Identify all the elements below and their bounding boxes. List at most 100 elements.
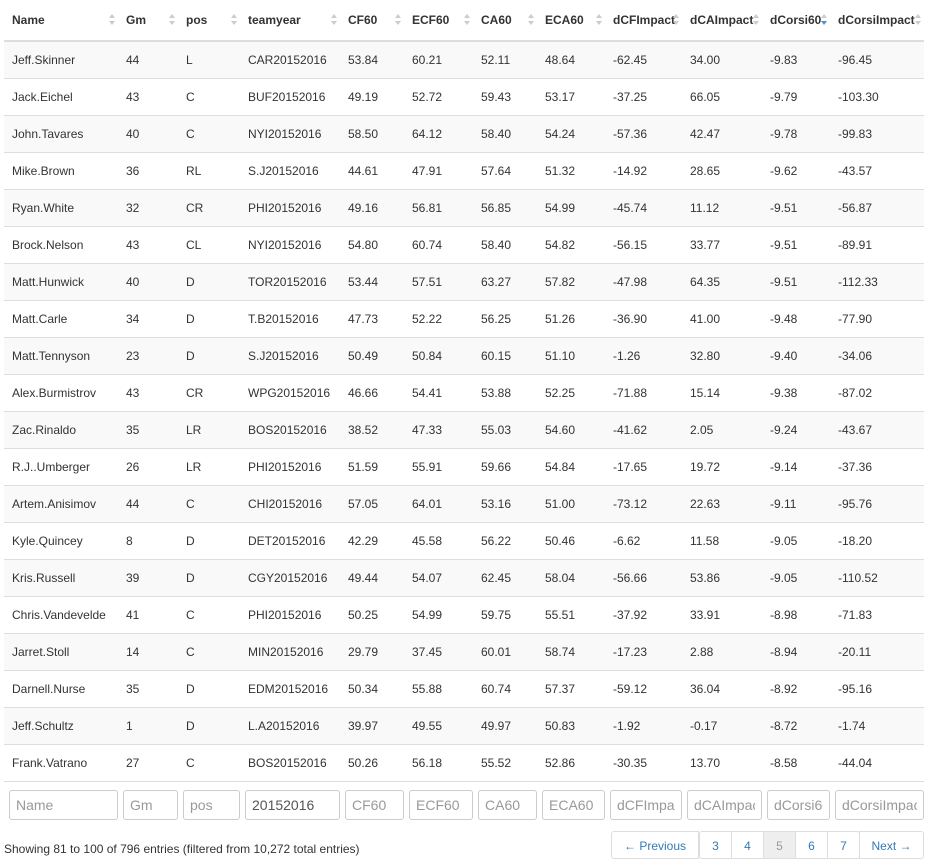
column-header-ca60[interactable]: CA60 xyxy=(473,0,537,42)
cell-dcfimpact: -30.35 xyxy=(605,744,682,782)
cell-dcfimpact: -59.12 xyxy=(605,670,682,708)
column-header-name[interactable]: Name xyxy=(4,0,118,42)
cell-cf60: 50.25 xyxy=(340,596,404,634)
cell-gm: 40 xyxy=(118,115,178,153)
cell-dcfimpact: -36.90 xyxy=(605,300,682,338)
filter-input-gm[interactable] xyxy=(123,790,178,820)
header-row: Name Gm pos teamyear CF60 ECF60 CA60 ECA60 dCFIm… xyxy=(4,0,924,42)
cell-dcorsiimpact: -96.45 xyxy=(830,40,924,79)
cell-dcorsi60: -9.11 xyxy=(762,485,830,523)
cell-dcorsi60: -9.24 xyxy=(762,411,830,449)
column-header-dcfimpact[interactable]: dCFImpact xyxy=(605,0,682,42)
cell-teamyear: CGY20152016 xyxy=(240,559,340,597)
cell-name: Matt.Tennyson xyxy=(4,337,118,375)
table-row: Matt.Hunwick 40 D TOR20152016 53.44 57.51 63.2… xyxy=(4,263,924,301)
cell-dcorsi60: -9.78 xyxy=(762,115,830,153)
cell-eca60: 50.46 xyxy=(537,522,605,560)
cell-eca60: 51.26 xyxy=(537,300,605,338)
cell-ca60: 52.11 xyxy=(473,40,537,79)
cell-dcfimpact: -71.88 xyxy=(605,374,682,412)
column-header-teamyear[interactable]: teamyear xyxy=(240,0,340,42)
cell-dcaimpact: 36.04 xyxy=(682,670,762,708)
cell-pos: D xyxy=(178,300,240,338)
filter-input-dcorsiimpact[interactable] xyxy=(835,790,924,820)
cell-dcorsi60: -9.38 xyxy=(762,374,830,412)
cell-eca60: 50.83 xyxy=(537,707,605,745)
cell-dcorsi60: -9.62 xyxy=(762,152,830,190)
page-button-7[interactable]: 7 xyxy=(827,831,860,859)
column-header-gm[interactable]: Gm xyxy=(118,0,178,42)
cell-dcorsi60: -9.51 xyxy=(762,189,830,227)
next-page-button[interactable]: Next → xyxy=(859,831,924,859)
filter-input-pos[interactable] xyxy=(183,790,240,820)
cell-cf60: 53.44 xyxy=(340,263,404,301)
cell-cf60: 57.05 xyxy=(340,485,404,523)
column-header-dcaimpact[interactable]: dCAImpact xyxy=(682,0,762,42)
page-button-3[interactable]: 3 xyxy=(699,831,732,859)
sort-icon xyxy=(821,14,827,26)
page-button-5[interactable]: 5 xyxy=(763,831,796,859)
table-row: Kyle.Quincey 8 D DET20152016 42.29 45.58 56.22… xyxy=(4,522,924,560)
cell-ca60: 63.27 xyxy=(473,263,537,301)
column-header-pos[interactable]: pos xyxy=(178,0,240,42)
filter-input-teamyear[interactable] xyxy=(245,790,340,820)
filter-input-eca60[interactable] xyxy=(542,790,605,820)
page-button-6[interactable]: 6 xyxy=(795,831,828,859)
filter-cell xyxy=(404,781,473,820)
column-header-label: dCorsiImpact xyxy=(838,13,915,27)
filter-input-ca60[interactable] xyxy=(478,790,537,820)
cell-gm: 36 xyxy=(118,152,178,190)
cell-teamyear: MIN20152016 xyxy=(240,633,340,671)
cell-dcorsiimpact: -112.33 xyxy=(830,263,924,301)
column-header-label: ECA60 xyxy=(545,13,584,27)
cell-pos: L xyxy=(178,40,240,79)
cell-eca60: 51.32 xyxy=(537,152,605,190)
table-row: Kris.Russell 39 D CGY20152016 49.44 54.07 62.4… xyxy=(4,559,924,597)
sort-icon xyxy=(753,14,759,26)
filter-input-cf60[interactable] xyxy=(345,790,404,820)
cell-dcorsiimpact: -95.16 xyxy=(830,670,924,708)
filter-cell xyxy=(605,781,682,820)
table-row: R.J..Umberger 26 LR PHI20152016 51.59 55.91 59… xyxy=(4,448,924,486)
filter-cell xyxy=(178,781,240,820)
cell-ca60: 57.64 xyxy=(473,152,537,190)
cell-gm: 27 xyxy=(118,744,178,782)
sort-icon xyxy=(331,14,337,26)
column-header-dcorsiimpact[interactable]: dCorsiImpact xyxy=(830,0,924,42)
cell-dcorsiimpact: -87.02 xyxy=(830,374,924,412)
cell-name: Ryan.White xyxy=(4,189,118,227)
cell-dcorsiimpact: -56.87 xyxy=(830,189,924,227)
cell-dcorsi60: -9.79 xyxy=(762,78,830,116)
filter-input-name[interactable] xyxy=(9,790,118,820)
cell-dcfimpact: -62.45 xyxy=(605,40,682,79)
cell-teamyear: EDM20152016 xyxy=(240,670,340,708)
table-row: Jack.Eichel 43 C BUF20152016 49.19 52.72 59.43… xyxy=(4,78,924,116)
cell-pos: D xyxy=(178,707,240,745)
cell-cf60: 46.66 xyxy=(340,374,404,412)
cell-cf60: 47.73 xyxy=(340,300,404,338)
cell-pos: D xyxy=(178,670,240,708)
column-header-cf60[interactable]: CF60 xyxy=(340,0,404,42)
cell-dcaimpact: 19.72 xyxy=(682,448,762,486)
cell-dcorsi60: -8.94 xyxy=(762,633,830,671)
filter-input-dcaimpact[interactable] xyxy=(687,790,762,820)
cell-dcaimpact: 53.86 xyxy=(682,559,762,597)
filter-input-dcfimpact[interactable] xyxy=(610,790,682,820)
page-button-4[interactable]: 4 xyxy=(731,831,764,859)
cell-ca60: 59.75 xyxy=(473,596,537,634)
column-header-ecf60[interactable]: ECF60 xyxy=(404,0,473,42)
filter-cell xyxy=(240,781,340,820)
column-header-eca60[interactable]: ECA60 xyxy=(537,0,605,42)
cell-name: R.J..Umberger xyxy=(4,448,118,486)
cell-dcorsiimpact: -18.20 xyxy=(830,522,924,560)
cell-name: John.Tavares xyxy=(4,115,118,153)
column-header-dcorsi60[interactable]: dCorsi60 xyxy=(762,0,830,42)
cell-ecf60: 60.74 xyxy=(404,226,473,264)
previous-page-button[interactable]: ← Previous xyxy=(611,831,699,859)
cell-dcorsi60: -9.05 xyxy=(762,559,830,597)
filter-input-ecf60[interactable] xyxy=(409,790,473,820)
cell-dcfimpact: -6.62 xyxy=(605,522,682,560)
cell-dcaimpact: 2.05 xyxy=(682,411,762,449)
cell-pos: C xyxy=(178,485,240,523)
filter-input-dcorsi60[interactable] xyxy=(767,790,830,820)
